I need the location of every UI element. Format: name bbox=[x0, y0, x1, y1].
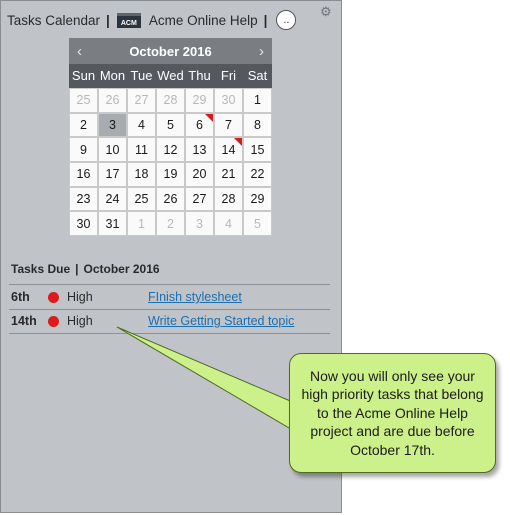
callout-note: Now you will only see your high priority… bbox=[289, 353, 496, 473]
